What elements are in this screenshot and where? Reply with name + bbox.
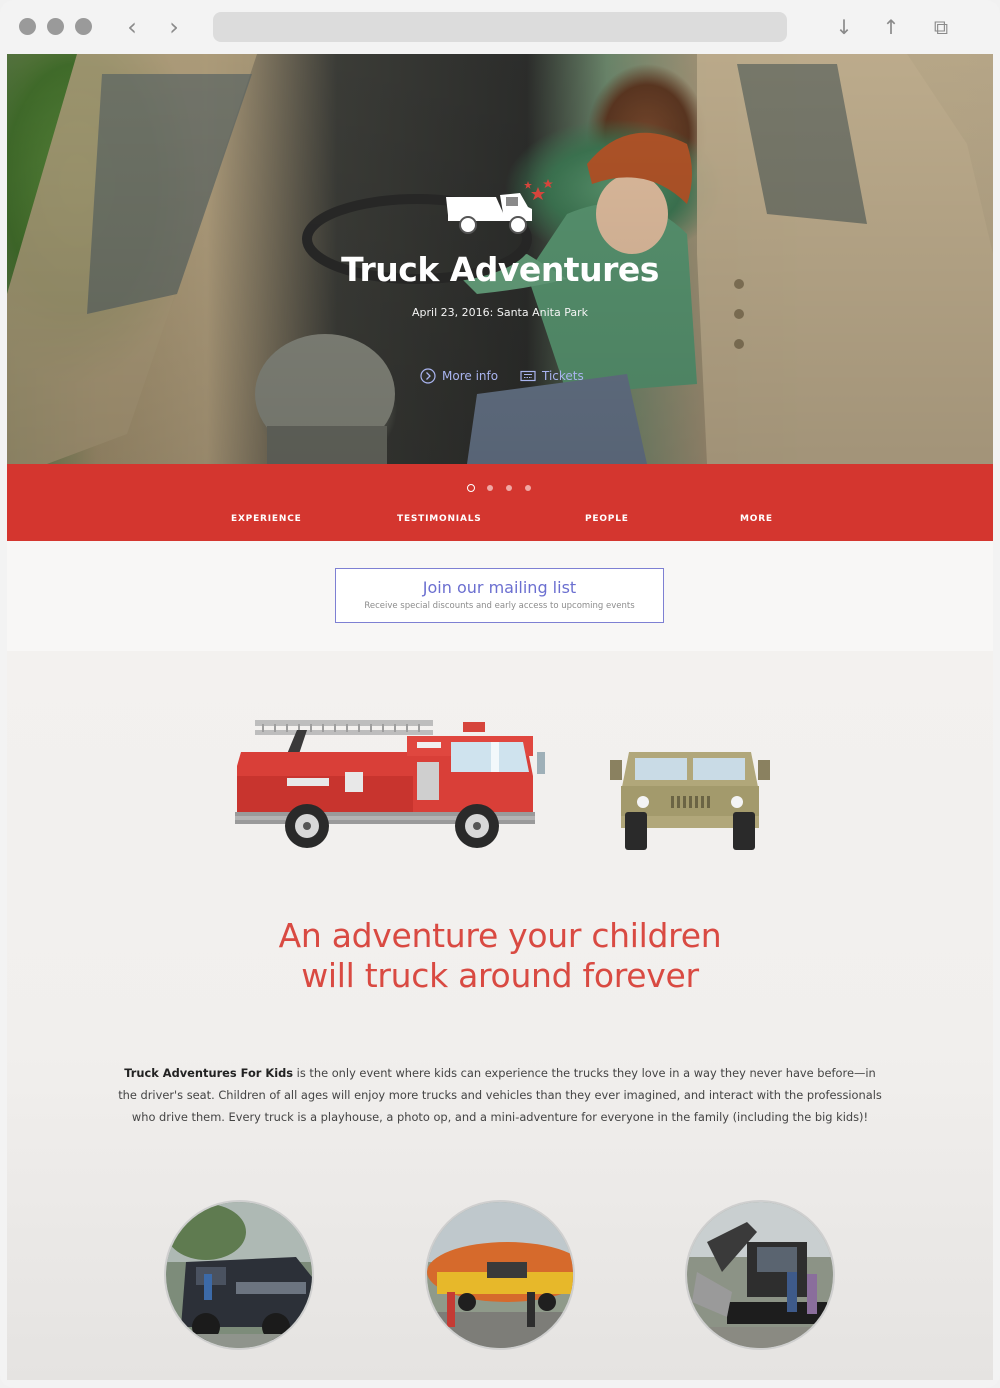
excavator-photo[interactable] <box>685 1200 835 1350</box>
tickets-link[interactable]: Tickets <box>520 366 590 386</box>
hotdog-car-photo[interactable] <box>425 1200 575 1350</box>
feature-headline: An adventure your children will truck ar… <box>7 916 993 996</box>
address-bar[interactable] <box>213 12 787 42</box>
carousel-dots <box>467 484 537 494</box>
headline-line-2: will truck around forever <box>301 956 699 995</box>
mailing-list-button[interactable]: Join our mailing list Receive special di… <box>335 568 664 623</box>
more-info-link[interactable]: More info <box>420 366 500 386</box>
headline-line-1: An adventure your children <box>278 916 722 955</box>
carousel-dot-2[interactable] <box>487 485 493 491</box>
nav-item-more[interactable]: MORE <box>740 514 773 524</box>
nav-item-people[interactable]: PEOPLE <box>585 514 629 524</box>
browser-window: ‹ › ↓ ↑ ⧉ Truck Adventures April 23, 201… <box>0 0 1000 1388</box>
tabs-icon[interactable]: ⧉ <box>929 14 953 40</box>
mailing-title: Join our mailing list <box>422 578 577 597</box>
nav-item-experience[interactable]: EXPERIENCE <box>231 514 302 524</box>
hotdog-car-image <box>427 1202 573 1348</box>
more-info-label: More info <box>442 369 499 383</box>
nav-item-testimonials[interactable]: TESTIMONIALS <box>397 514 482 524</box>
window-minimize-dot[interactable] <box>47 18 64 35</box>
police-truck-image <box>166 1202 312 1348</box>
share-icon[interactable]: ↑ <box>879 14 903 40</box>
hero-subtitle: April 23, 2016: Santa Anita Park <box>412 306 588 319</box>
excavator-image <box>687 1202 833 1348</box>
mailing-section: Join our mailing list Receive special di… <box>7 541 993 651</box>
police-truck-photo[interactable] <box>164 1200 314 1350</box>
brand-name: Truck Adventures For Kids <box>124 1066 294 1080</box>
feature-description: Truck Adventures For Kids is the only ev… <box>117 1062 883 1128</box>
tickets-label: Tickets <box>542 369 584 383</box>
back-icon[interactable]: ‹ <box>121 14 143 40</box>
window-zoom-dot[interactable] <box>75 18 92 35</box>
mailing-subtitle: Receive special discounts and early acce… <box>364 601 635 611</box>
download-icon[interactable]: ↓ <box>832 14 856 40</box>
carousel-dot-1[interactable] <box>467 484 475 492</box>
chevron-circle-icon <box>420 368 436 384</box>
hero-actions: More info Tickets <box>7 366 993 386</box>
web-page: Truck Adventures April 23, 2016: Santa A… <box>7 54 993 1380</box>
humvee-illustration <box>610 752 770 850</box>
carousel-dot-4[interactable] <box>525 485 531 491</box>
hero-title: Truck Adventures <box>341 250 659 289</box>
dump-truck-icon <box>446 179 553 234</box>
window-close-dot[interactable] <box>19 18 36 35</box>
hero-banner: Truck Adventures April 23, 2016: Santa A… <box>7 54 993 464</box>
forward-icon[interactable]: › <box>163 14 185 40</box>
browser-toolbar: ‹ › ↓ ↑ ⧉ <box>0 0 1000 54</box>
ticket-icon <box>520 370 536 382</box>
fire-truck-illustration <box>235 720 545 848</box>
carousel-dot-3[interactable] <box>506 485 512 491</box>
section-nav-band: EXPERIENCE TESTIMONIALS PEOPLE MORE <box>7 464 993 541</box>
feature-section: An adventure your children will truck ar… <box>7 651 993 1380</box>
